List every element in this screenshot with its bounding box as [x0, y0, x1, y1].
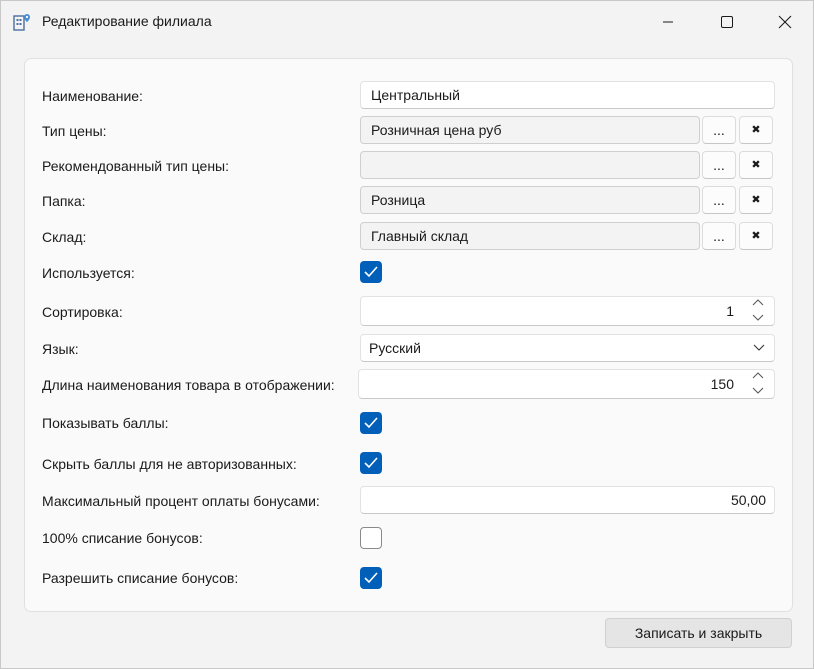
maximize-button[interactable] — [698, 1, 756, 43]
title-bar[interactable]: Редактирование филиала — [1, 1, 813, 43]
max-bonus-percent-label: Максимальный процент оплаты бонусами: — [42, 493, 320, 509]
folder-select-button[interactable]: ... — [702, 186, 736, 214]
building-map-icon — [13, 14, 30, 31]
form-panel: Наименование: Центральный Тип цены: Розн… — [24, 58, 793, 612]
name-input[interactable]: Центральный — [360, 81, 775, 109]
in-use-label: Используется: — [42, 265, 135, 281]
branch-edit-window: Редактирование филиала Наименование: Цен… — [0, 0, 814, 669]
folder-label: Папка: — [42, 193, 86, 209]
recommended-price-type-clear-button[interactable]: ✖ — [739, 151, 773, 179]
check-icon — [364, 572, 378, 584]
minimize-icon — [663, 21, 673, 23]
language-value: Русский — [369, 340, 421, 356]
price-type-label: Тип цены: — [42, 123, 107, 139]
maximize-icon — [721, 16, 733, 28]
folder-field[interactable]: Розница — [360, 186, 700, 214]
sort-value: 1 — [726, 303, 734, 319]
recommended-price-type-field[interactable] — [360, 151, 700, 179]
sort-label: Сортировка: — [42, 304, 123, 320]
check-icon — [364, 417, 378, 429]
chevron-down-icon — [752, 387, 764, 394]
recommended-price-type-label: Рекомендованный тип цены: — [42, 158, 230, 174]
chevron-down-icon — [752, 314, 764, 321]
chevron-down-icon — [753, 344, 765, 351]
full-bonus-writeoff-label: 100% списание бонусов: — [42, 530, 203, 546]
chevron-up-icon — [752, 299, 764, 306]
check-icon — [364, 457, 378, 469]
warehouse-clear-button[interactable]: ✖ — [739, 222, 773, 250]
name-label: Наименование: — [42, 88, 143, 104]
in-use-checkbox[interactable] — [360, 261, 382, 283]
language-label: Язык: — [42, 341, 79, 357]
max-bonus-percent-input[interactable]: 50,00 — [360, 486, 775, 514]
warehouse-select-button[interactable]: ... — [702, 222, 736, 250]
warehouse-field[interactable]: Главный склад — [360, 222, 700, 250]
name-length-value: 150 — [710, 376, 734, 392]
hide-points-unauth-checkbox[interactable] — [360, 452, 382, 474]
check-icon — [364, 266, 378, 278]
sort-spinbox[interactable]: 1 — [360, 296, 775, 326]
allow-bonus-writeoff-label: Разрешить списание бонусов: — [42, 570, 239, 586]
chevron-up-icon — [752, 372, 764, 379]
window-title: Редактирование филиала — [42, 13, 212, 29]
name-length-label: Длина наименования товара в отображении: — [42, 377, 335, 393]
warehouse-label: Склад: — [42, 229, 87, 245]
price-type-clear-button[interactable]: ✖ — [739, 116, 773, 144]
language-select[interactable]: Русский — [360, 334, 775, 362]
name-length-spin-arrows[interactable] — [751, 371, 765, 395]
minimize-button[interactable] — [639, 1, 697, 43]
name-length-spinbox[interactable]: 150 — [358, 369, 775, 399]
full-bonus-writeoff-checkbox[interactable] — [360, 527, 382, 549]
hide-points-unauth-label: Скрыть баллы для не авторизованных: — [42, 456, 297, 472]
price-type-select-button[interactable]: ... — [702, 116, 736, 144]
sort-spin-arrows[interactable] — [751, 298, 765, 322]
recommended-price-type-select-button[interactable]: ... — [702, 151, 736, 179]
close-button[interactable] — [756, 1, 814, 43]
save-and-close-button[interactable]: Записать и закрыть — [605, 618, 792, 648]
show-points-checkbox[interactable] — [360, 412, 382, 434]
price-type-field[interactable]: Розничная цена руб — [360, 116, 700, 144]
allow-bonus-writeoff-checkbox[interactable] — [360, 567, 382, 589]
folder-clear-button[interactable]: ✖ — [739, 186, 773, 214]
close-icon — [778, 15, 792, 29]
show-points-label: Показывать баллы: — [42, 415, 169, 431]
